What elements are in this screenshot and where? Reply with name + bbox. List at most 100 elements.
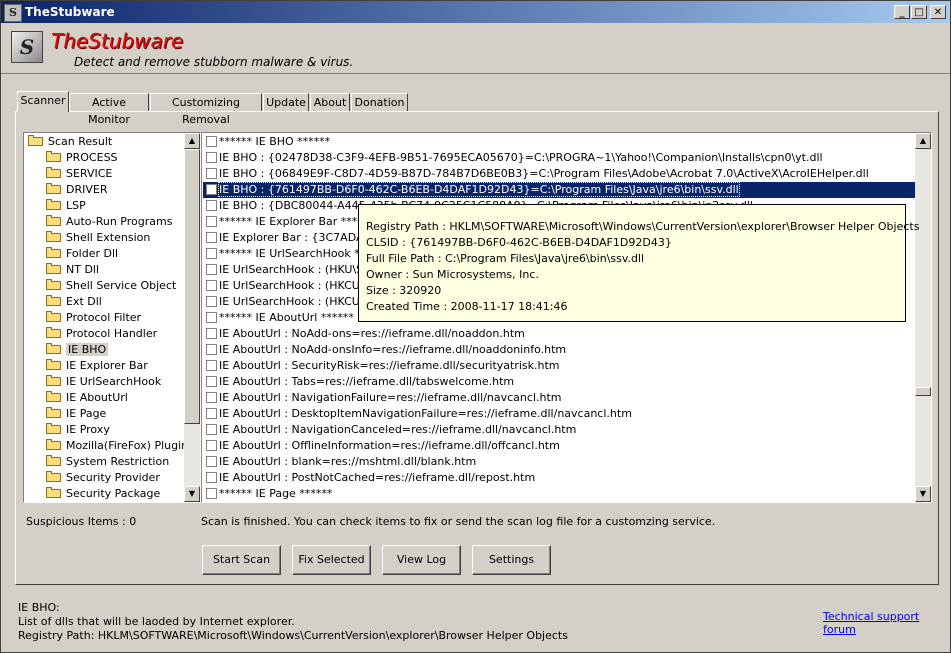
- tree-item[interactable]: IE BHO: [46, 342, 109, 358]
- tree-item[interactable]: Protocol Handler: [46, 326, 157, 342]
- tree-item[interactable]: Security Provider: [46, 470, 160, 486]
- tree-item[interactable]: IE Proxy: [46, 422, 110, 438]
- result-text: IE BHO : {02478D38-C3F9-4EFB-9B51-7695EC…: [219, 151, 823, 164]
- result-row[interactable]: IE AboutUrl : Tabs=res://ieframe.dll/tab…: [203, 374, 915, 390]
- result-text: IE Explorer Bar : {3C7ADADE: [219, 231, 379, 244]
- technical-support-link[interactable]: Technical support forum: [823, 610, 950, 636]
- result-row[interactable]: ****** IE BHO ******: [203, 134, 915, 150]
- result-checkbox[interactable]: [206, 456, 217, 467]
- tab-customizing-removal[interactable]: Customizing Removal: [150, 93, 262, 126]
- tab-scanner[interactable]: Scanner: [17, 91, 69, 112]
- result-checkbox[interactable]: [206, 360, 217, 371]
- tree-root[interactable]: Scan Result: [28, 134, 112, 150]
- tree-item[interactable]: IE Page: [46, 406, 106, 422]
- result-checkbox[interactable]: [206, 488, 217, 499]
- result-checkbox[interactable]: [206, 296, 217, 307]
- result-checkbox[interactable]: [206, 376, 217, 387]
- result-row[interactable]: IE AboutUrl : OfflineInformation=res://i…: [203, 438, 915, 454]
- tree-item-label: Mozilla(FireFox) Plugin: [66, 439, 189, 452]
- scroll-up-arrow-icon[interactable]: ▲: [184, 133, 200, 149]
- tree-item[interactable]: System Restriction: [46, 454, 169, 470]
- result-row[interactable]: IE AboutUrl : NoAdd-onsInfo=res://iefram…: [203, 342, 915, 358]
- result-row[interactable]: IE AboutUrl : DesktopItemNavigationFailu…: [203, 406, 915, 422]
- result-checkbox[interactable]: [206, 200, 217, 211]
- start-scan-button[interactable]: Start Scan: [202, 545, 281, 575]
- tree-item-label: Auto-Run Programs: [66, 215, 173, 228]
- tree-item[interactable]: Protocol Filter: [46, 310, 141, 326]
- tree-item[interactable]: DRIVER: [46, 182, 107, 198]
- result-checkbox[interactable]: [206, 216, 217, 227]
- result-row[interactable]: IE BHO : {761497BB-D6F0-462C-B6EB-D4DAF1…: [203, 182, 915, 198]
- tree-item[interactable]: SERVICE: [46, 166, 112, 182]
- result-row[interactable]: IE AboutUrl : NoAdd-ons=res://ieframe.dl…: [203, 326, 915, 342]
- tree-item[interactable]: IE AboutUrl: [46, 390, 128, 406]
- tab-active-monitor[interactable]: Active Monitor: [69, 93, 149, 126]
- tab-donation[interactable]: Donation: [351, 93, 408, 111]
- folder-icon: [46, 167, 61, 178]
- result-row[interactable]: IE AboutUrl : NavigationCanceled=res://i…: [203, 422, 915, 438]
- result-checkbox[interactable]: [206, 440, 217, 451]
- result-checkbox[interactable]: [206, 136, 217, 147]
- result-checkbox[interactable]: [206, 392, 217, 403]
- tree-item[interactable]: NT Dll: [46, 262, 99, 278]
- results-scrollbar[interactable]: ▲ ▼: [915, 133, 931, 502]
- tree-item[interactable]: Shell Extension: [46, 230, 150, 246]
- tree-item[interactable]: Ext Dll: [46, 294, 102, 310]
- scroll-up-arrow-icon[interactable]: ▲: [915, 133, 931, 149]
- result-checkbox[interactable]: [206, 168, 217, 179]
- folder-icon: [46, 375, 61, 386]
- result-checkbox[interactable]: [206, 280, 217, 291]
- result-checkbox[interactable]: [206, 344, 217, 355]
- result-row[interactable]: IE AboutUrl : blank=res://mshtml.dll/bla…: [203, 454, 915, 470]
- tree-item-label: NT Dll: [66, 263, 100, 276]
- title-bar[interactable]: S TheStubware _ □ ✕: [1, 1, 950, 23]
- result-checkbox[interactable]: [206, 408, 217, 419]
- tree-scrollbar[interactable]: ▲ ▼: [184, 133, 200, 502]
- tree-item-label: Shell Extension: [66, 231, 151, 244]
- tree-item[interactable]: Security Package: [46, 486, 160, 502]
- tree-item[interactable]: Auto-Run Programs: [46, 214, 172, 230]
- scroll-down-arrow-icon[interactable]: ▼: [915, 486, 931, 502]
- folder-icon: [46, 327, 61, 338]
- tree-item-label: SERVICE: [66, 167, 113, 180]
- result-row[interactable]: ****** IE Page ******: [203, 486, 915, 502]
- result-checkbox[interactable]: [206, 264, 217, 275]
- result-checkbox[interactable]: [206, 424, 217, 435]
- tree-item[interactable]: Shell Service Object: [46, 278, 176, 294]
- view-log-button[interactable]: View Log: [382, 545, 461, 575]
- result-row[interactable]: IE AboutUrl : SecurityRisk=res://ieframe…: [203, 358, 915, 374]
- result-checkbox[interactable]: [206, 248, 217, 259]
- result-checkbox[interactable]: [206, 232, 217, 243]
- app-window: S TheStubware _ □ ✕ S TheStubware Detect…: [0, 0, 951, 653]
- scroll-thumb[interactable]: [915, 387, 931, 396]
- tree-item[interactable]: Mozilla(FireFox) Plugin: [46, 438, 188, 454]
- result-row[interactable]: IE BHO : {02478D38-C3F9-4EFB-9B51-7695EC…: [203, 150, 915, 166]
- minimize-button[interactable]: _: [894, 5, 910, 19]
- result-checkbox[interactable]: [206, 328, 217, 339]
- tree-item[interactable]: IE Explorer Bar: [46, 358, 148, 374]
- result-checkbox[interactable]: [206, 472, 217, 483]
- scroll-thumb[interactable]: [184, 149, 200, 424]
- maximize-button[interactable]: □: [911, 5, 927, 19]
- result-checkbox[interactable]: [206, 312, 217, 323]
- folder-icon: [46, 183, 61, 194]
- fix-selected-button[interactable]: Fix Selected: [292, 545, 371, 575]
- close-button[interactable]: ✕: [930, 5, 946, 19]
- tab-about[interactable]: About: [310, 93, 350, 111]
- tree-item[interactable]: PROCESS: [46, 150, 118, 166]
- result-row[interactable]: IE BHO : {06849E9F-C8D7-4D59-B87D-784B7D…: [203, 166, 915, 182]
- result-row[interactable]: IE AboutUrl : PostNotCached=res://iefram…: [203, 470, 915, 486]
- result-row[interactable]: IE AboutUrl : NavigationFailure=res://ie…: [203, 390, 915, 406]
- tree-item[interactable]: IE UrlSearchHook: [46, 374, 161, 390]
- tree-item-label: IE Explorer Bar: [66, 359, 148, 372]
- tree-item[interactable]: LSP: [46, 198, 86, 214]
- tab-update[interactable]: Update: [263, 93, 309, 111]
- tree-item[interactable]: Folder Dll: [46, 246, 118, 262]
- scroll-down-arrow-icon[interactable]: ▼: [184, 486, 200, 502]
- result-checkbox[interactable]: [206, 152, 217, 163]
- folder-icon: [28, 135, 43, 146]
- settings-button[interactable]: Settings: [472, 545, 551, 575]
- scan-result-tree[interactable]: Scan Result PROCESS SERVICE DRIVER LSP Auto-…: [23, 132, 201, 503]
- result-checkbox[interactable]: [206, 184, 217, 195]
- tooltip-owner: Owner : Sun Microsystems, Inc.: [366, 268, 539, 281]
